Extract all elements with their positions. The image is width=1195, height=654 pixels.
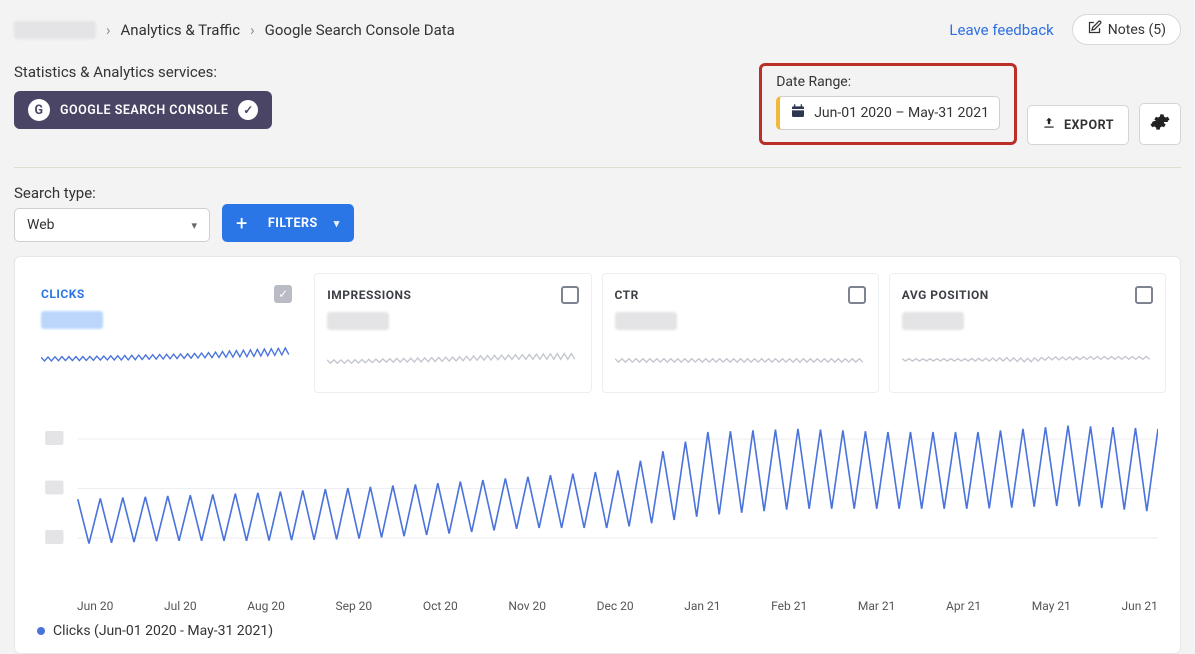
kpi-title: IMPRESSIONS [327, 288, 411, 302]
check-icon: ✓ [238, 100, 258, 120]
x-axis-labels: Jun 20Jul 20Aug 20Sep 20Oct 20Nov 20Dec … [37, 595, 1158, 613]
settings-button[interactable] [1139, 103, 1181, 145]
date-range-value: Jun-01 2020 – May-31 2021 [814, 105, 989, 121]
site-logo-blur [14, 21, 96, 39]
search-type-value: Web [27, 217, 55, 233]
filters-label: FILTERS [268, 216, 318, 231]
sparkline-ctr [615, 344, 866, 378]
export-button[interactable]: EXPORT [1027, 105, 1129, 145]
kpi-checkbox[interactable] [848, 286, 866, 304]
plus-icon: + [232, 211, 252, 235]
search-type-label: Search type: [14, 184, 210, 202]
gsc-service-chip[interactable]: G GOOGLE SEARCH CONSOLE ✓ [14, 91, 272, 129]
kpi-ctr[interactable]: CTR [602, 273, 879, 393]
chevron-right-icon: › [106, 21, 111, 39]
kpi-value-blur [902, 312, 964, 330]
edit-icon [1087, 20, 1102, 39]
filters-button[interactable]: + FILTERS ▾ [222, 204, 354, 242]
sparkline-clicks [41, 343, 292, 377]
kpi-title: CLICKS [41, 287, 85, 301]
kpi-title: CTR [615, 288, 639, 302]
legend-dot-icon [37, 627, 45, 635]
kpi-checkbox[interactable] [1135, 286, 1153, 304]
kpi-row: CLICKS ✓ IMPRESSIONS CTR [29, 273, 1166, 393]
chevron-right-icon: › [250, 21, 255, 39]
upload-icon [1042, 116, 1056, 134]
notes-button[interactable]: Notes (5) [1072, 14, 1181, 45]
kpi-impressions[interactable]: IMPRESSIONS [314, 273, 591, 393]
chevron-down-icon: ▾ [334, 217, 340, 230]
kpi-value-blur [327, 312, 389, 330]
services-label: Statistics & Analytics services: [14, 63, 272, 81]
kpi-clicks[interactable]: CLICKS ✓ [29, 273, 304, 393]
kpi-value-blur [615, 312, 677, 330]
gsc-chip-label: GOOGLE SEARCH CONSOLE [60, 103, 228, 118]
gear-icon [1150, 112, 1170, 137]
search-type-select[interactable]: Web ▾ [14, 208, 210, 242]
sparkline-impressions [327, 344, 578, 378]
kpi-title: AVG POSITION [902, 288, 989, 302]
main-chart: Jun 20Jul 20Aug 20Sep 20Oct 20Nov 20Dec … [29, 407, 1166, 639]
sparkline-avg-position [902, 344, 1153, 378]
chart-legend: Clicks (Jun-01 2020 - May-31 2021) [37, 623, 1158, 639]
date-range-button[interactable]: Jun-01 2020 – May-31 2021 [776, 96, 1000, 130]
breadcrumb-section[interactable]: Analytics & Traffic [121, 21, 241, 39]
kpi-checkbox-checked[interactable]: ✓ [274, 285, 292, 303]
breadcrumb: › Analytics & Traffic › Google Search Co… [14, 21, 455, 39]
kpi-avg-position[interactable]: AVG POSITION [889, 273, 1166, 393]
chevron-down-icon: ▾ [191, 219, 197, 232]
date-range-label: Date Range: [776, 74, 1000, 90]
kpi-value-blur [41, 311, 103, 329]
breadcrumb-page: Google Search Console Data [265, 21, 455, 39]
calendar-icon [790, 103, 806, 123]
export-label: EXPORT [1064, 118, 1114, 133]
notes-label: Notes (5) [1108, 22, 1166, 38]
legend-label: Clicks (Jun-01 2020 - May-31 2021) [53, 623, 273, 639]
metrics-panel: CLICKS ✓ IMPRESSIONS CTR [14, 256, 1181, 654]
date-range-highlight: Date Range: Jun-01 2020 – May-31 2021 [759, 63, 1017, 145]
google-g-icon: G [28, 99, 50, 121]
kpi-checkbox[interactable] [561, 286, 579, 304]
leave-feedback-link[interactable]: Leave feedback [949, 21, 1053, 39]
